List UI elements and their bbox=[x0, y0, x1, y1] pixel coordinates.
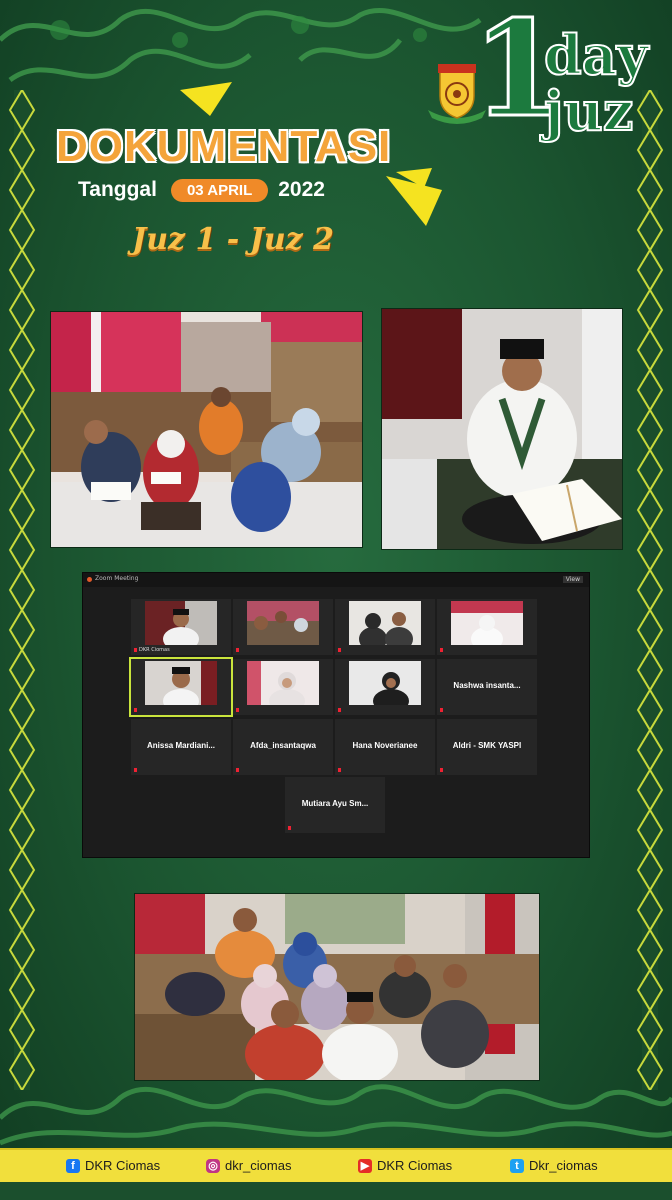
youtube-icon: ▶ bbox=[358, 1158, 372, 1173]
participant-name: Nashwa insanta... bbox=[453, 681, 521, 690]
zoom-window-title: Zoom Meeting bbox=[95, 575, 139, 582]
instagram-icon: ◎ bbox=[206, 1158, 220, 1173]
participant-tile-active-speaker[interactable] bbox=[129, 657, 233, 717]
participant-tile[interactable] bbox=[335, 599, 435, 655]
date-badge: 03 APRIL bbox=[170, 178, 269, 202]
date-row: Tanggal 03 APRIL 2022 bbox=[78, 176, 325, 204]
participant-tile[interactable]: Aldri - SMK YASPI bbox=[437, 719, 537, 775]
participant-name: Hana Noverianee bbox=[352, 741, 418, 750]
facebook-handle: DKR Ciomas bbox=[85, 1158, 161, 1173]
participant-tile[interactable] bbox=[233, 659, 333, 715]
participant-caption bbox=[338, 767, 343, 773]
photo-group-reading bbox=[50, 311, 363, 548]
instagram-link[interactable]: ◎ dkr_ciomas bbox=[206, 1158, 291, 1173]
zoom-view-button[interactable]: View bbox=[562, 576, 583, 583]
participant-tile[interactable]: Hana Noverianee bbox=[335, 719, 435, 775]
decorative-triangle bbox=[180, 82, 232, 116]
participant-video bbox=[349, 661, 421, 705]
participant-caption bbox=[236, 767, 241, 773]
participant-video bbox=[145, 601, 217, 645]
participant-video bbox=[145, 661, 217, 705]
participant-caption bbox=[288, 825, 293, 831]
participant-name: Anissa Mardiani... bbox=[146, 741, 216, 750]
participant-caption bbox=[338, 707, 343, 713]
date-year: 2022 bbox=[278, 178, 325, 201]
participant-caption bbox=[440, 647, 445, 653]
zoom-app-icon bbox=[87, 577, 92, 582]
poster: 1 day juz DOKUMENTASI Tanggal 03 APRIL 2… bbox=[0, 0, 672, 1200]
participant-caption: DKR Ciomas bbox=[134, 647, 170, 653]
social-footer: f DKR Ciomas ◎ dkr_ciomas ▶ DKR Ciomas t… bbox=[0, 1148, 672, 1186]
participant-video bbox=[247, 601, 319, 645]
one-day-juz-logo: 1 day juz bbox=[471, 2, 662, 150]
right-decorative-band bbox=[636, 90, 664, 1090]
juz-range-heading: Juz 1 - Juz 2 bbox=[132, 222, 335, 257]
participant-caption bbox=[338, 647, 343, 653]
participant-tile[interactable] bbox=[437, 599, 537, 655]
participant-tile[interactable]: Afda_insantaqwa bbox=[233, 719, 333, 775]
participant-caption bbox=[236, 707, 241, 713]
instagram-handle: dkr_ciomas bbox=[225, 1158, 292, 1173]
participant-tile[interactable]: Mutiara Ayu Sm... bbox=[285, 777, 385, 833]
participant-name: Afda_insantaqwa bbox=[250, 741, 316, 750]
participant-tile[interactable] bbox=[233, 599, 333, 655]
participant-name: Aldri - SMK YASPI bbox=[452, 741, 522, 750]
participant-caption bbox=[440, 707, 445, 713]
participant-caption bbox=[134, 767, 139, 773]
photo-group-portrait bbox=[134, 893, 540, 1081]
participant-video bbox=[247, 661, 319, 705]
logo-word-juz: juz bbox=[543, 79, 634, 143]
left-decorative-band bbox=[8, 90, 36, 1090]
participant-tile[interactable] bbox=[335, 659, 435, 715]
participant-video bbox=[451, 601, 523, 645]
twitter-icon: t bbox=[510, 1158, 524, 1173]
logo-word-day: day bbox=[543, 23, 649, 87]
participant-tile[interactable]: Nashwa insanta... bbox=[437, 659, 537, 715]
zoom-meeting-screenshot: Zoom Meeting View DKR Ciomas Nashwa insa… bbox=[82, 572, 590, 858]
participant-caption bbox=[440, 767, 445, 773]
facebook-link[interactable]: f DKR Ciomas bbox=[66, 1158, 160, 1173]
date-label: Tanggal bbox=[78, 178, 157, 201]
youtube-link[interactable]: ▶ DKR Ciomas bbox=[358, 1158, 452, 1173]
decorative-triangle bbox=[396, 168, 432, 188]
participant-caption bbox=[134, 707, 139, 713]
facebook-icon: f bbox=[66, 1158, 80, 1173]
participant-tile[interactable]: DKR Ciomas bbox=[131, 599, 231, 655]
page-title: DOKUMENTASI bbox=[56, 122, 392, 171]
participant-name: Mutiara Ayu Sm... bbox=[301, 799, 369, 808]
zoom-title-bar: Zoom Meeting View bbox=[83, 573, 589, 587]
photo-boy-reading-quran bbox=[381, 308, 623, 550]
participant-caption bbox=[236, 647, 241, 653]
participant-video bbox=[349, 601, 421, 645]
youtube-handle: DKR Ciomas bbox=[377, 1158, 453, 1173]
twitter-link[interactable]: t Dkr_ciomas bbox=[510, 1158, 598, 1173]
footer-bottom-strip bbox=[0, 1182, 672, 1200]
participant-tile[interactable]: Anissa Mardiani... bbox=[131, 719, 231, 775]
twitter-handle: Dkr_ciomas bbox=[529, 1158, 598, 1173]
bottom-ornament bbox=[0, 1084, 672, 1146]
